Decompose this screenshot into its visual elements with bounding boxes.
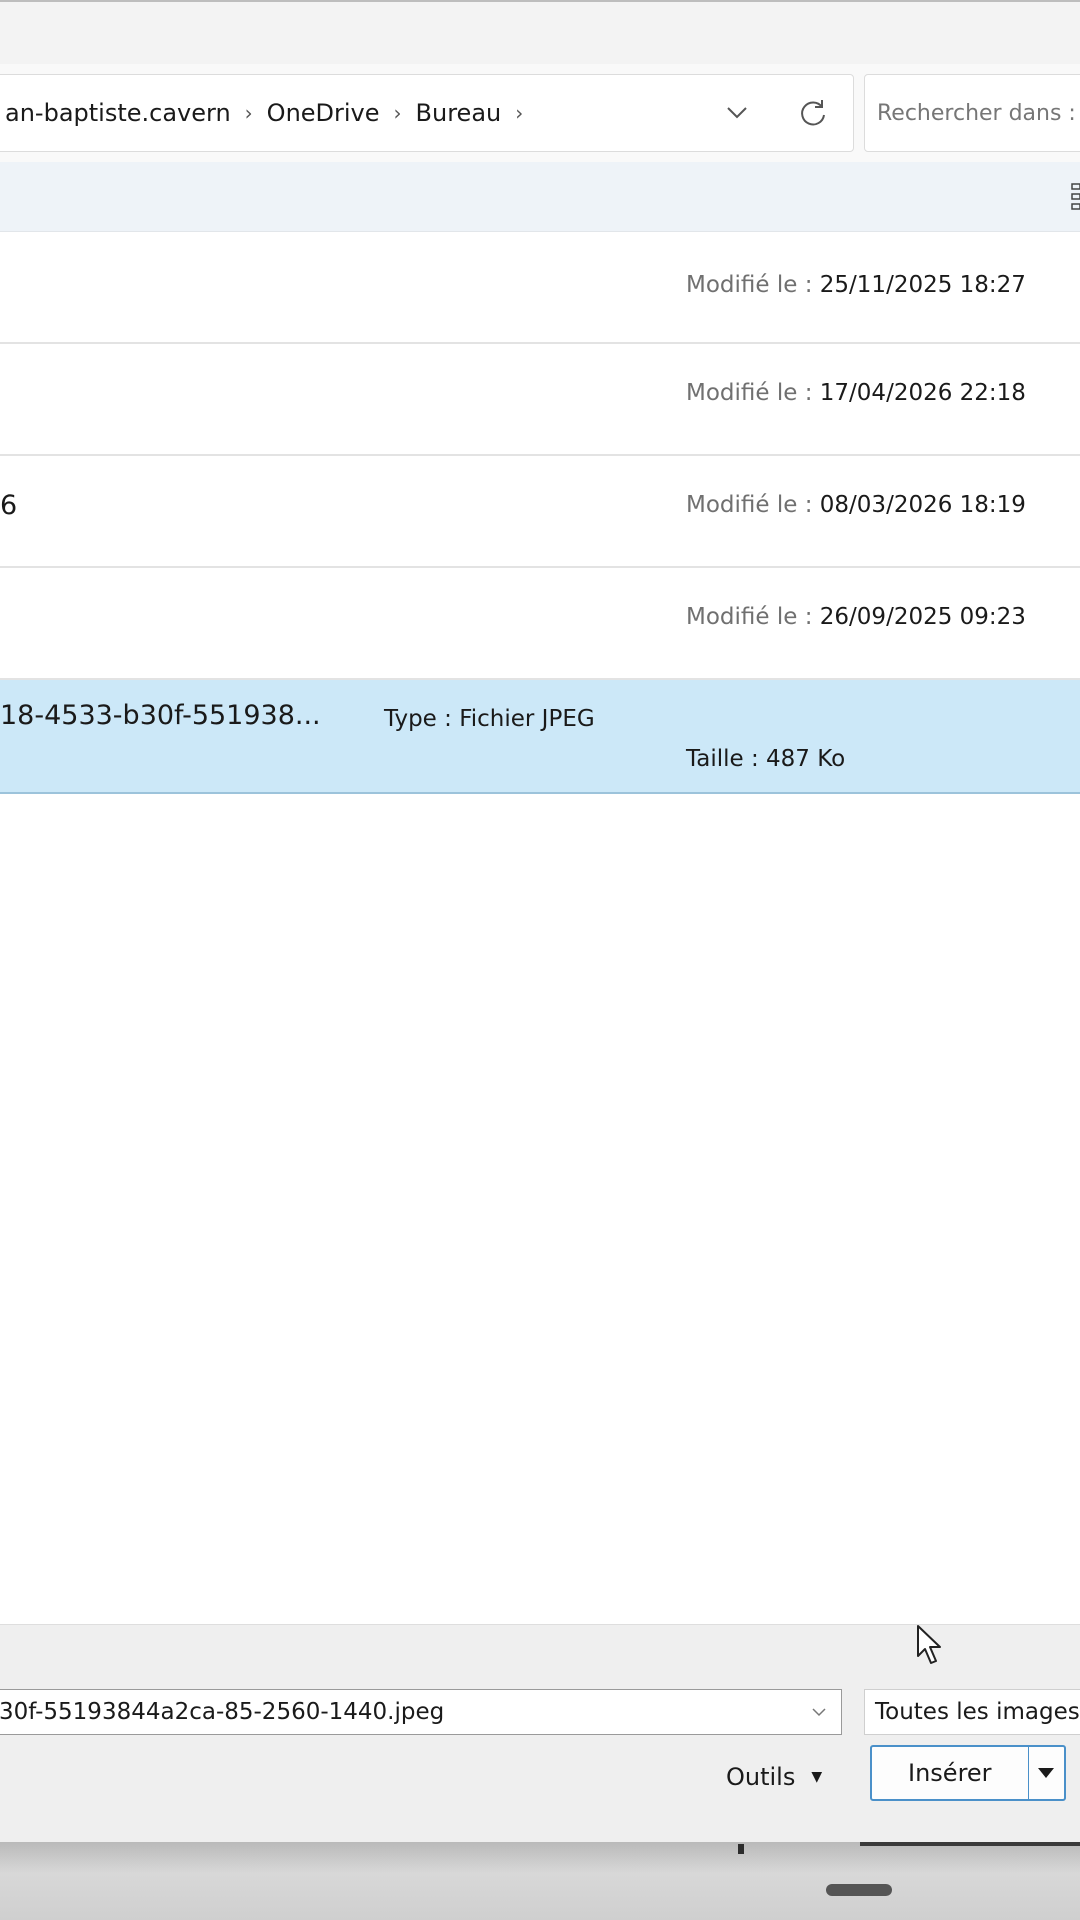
insert-options-dropdown[interactable]	[1029, 1767, 1064, 1779]
address-bar[interactable]: an-baptiste.cavern › OneDrive › Bureau ›	[0, 74, 854, 152]
command-bar	[0, 162, 1080, 232]
chevron-right-icon[interactable]: ›	[235, 101, 263, 125]
file-modified: Modifié le : 26/09/2025 09:23	[686, 604, 1026, 630]
type-value: Fichier JPEG	[459, 706, 595, 732]
file-list: Modifié le : 25/11/2025 18:27 Modifié le…	[0, 232, 1080, 794]
file-row[interactable]: Modifié le : 25/11/2025 18:27	[0, 232, 1080, 344]
breadcrumb: an-baptiste.cavern › OneDrive › Bureau ›	[0, 99, 533, 127]
file-type-filter-label: Toutes les images	[875, 1699, 1080, 1725]
refresh-button[interactable]	[793, 93, 833, 133]
file-modified: Modifié le : 17/04/2026 22:18	[686, 380, 1026, 406]
file-row-selected[interactable]: 18-4533-b30f-551938... Type : Fichier JP…	[0, 680, 1080, 794]
breadcrumb-item-bureau[interactable]: Bureau	[412, 99, 506, 127]
size-label: Taille :	[686, 746, 759, 772]
modified-value: 08/03/2026 18:19	[819, 492, 1026, 518]
file-modified: Modifié le : 25/11/2025 18:27	[686, 272, 1026, 298]
filename-combobox[interactable]	[0, 1689, 842, 1735]
mouse-pointer-icon	[917, 1625, 941, 1664]
modified-value: 26/09/2025 09:23	[819, 604, 1026, 630]
chevron-down-icon	[727, 107, 747, 119]
size-value: 487 Ko	[766, 746, 846, 772]
address-history-dropdown[interactable]	[719, 95, 755, 131]
refresh-icon	[801, 100, 825, 126]
title-bar	[0, 0, 1080, 64]
breadcrumb-item-user[interactable]: an-baptiste.cavern	[1, 99, 235, 127]
modified-value: 25/11/2025 18:27	[819, 272, 1026, 298]
insert-label: Insérer	[908, 1759, 992, 1787]
modified-label: Modifié le :	[686, 272, 813, 298]
file-size: Taille : 487 Ko	[686, 746, 845, 772]
home-indicator[interactable]	[826, 1884, 892, 1896]
chevron-right-icon[interactable]: ›	[505, 101, 533, 125]
triangle-down-icon: ▼	[811, 1769, 823, 1785]
search-box[interactable]	[864, 74, 1080, 152]
modified-label: Modifié le :	[686, 492, 813, 518]
insert-button[interactable]: Insérer	[870, 1745, 1066, 1801]
background-strip	[0, 1842, 1080, 1920]
type-label: Type :	[384, 706, 452, 732]
file-name: 18-4533-b30f-551938...	[0, 700, 321, 731]
file-row[interactable]: Modifié le : 17/04/2026 22:18	[0, 344, 1080, 456]
chevron-down-icon	[812, 1708, 826, 1717]
file-row[interactable]: 6 Modifié le : 08/03/2026 18:19	[0, 456, 1080, 568]
search-input[interactable]	[877, 100, 1080, 126]
modified-value: 17/04/2026 22:18	[819, 380, 1026, 406]
tools-label: Outils	[726, 1763, 796, 1791]
modified-label: Modifié le :	[686, 380, 813, 406]
chevron-right-icon[interactable]: ›	[384, 101, 412, 125]
tools-menu[interactable]: Outils ▼	[726, 1755, 822, 1799]
filename-dropdown[interactable]	[805, 1698, 833, 1726]
breadcrumb-item-onedrive[interactable]: OneDrive	[263, 99, 384, 127]
file-type-filter[interactable]: Toutes les images	[864, 1689, 1080, 1735]
file-name: 6	[0, 490, 18, 521]
navigation-area: an-baptiste.cavern › OneDrive › Bureau ›	[0, 64, 1080, 162]
modified-label: Modifié le :	[686, 604, 813, 630]
triangle-down-icon	[1038, 1768, 1055, 1778]
divider	[860, 1842, 1080, 1846]
divider	[738, 1844, 744, 1854]
view-options-icon[interactable]	[1068, 182, 1080, 212]
file-row[interactable]: Modifié le : 26/09/2025 09:23	[0, 568, 1080, 680]
file-modified: Modifié le : 08/03/2026 18:19	[686, 492, 1026, 518]
file-type: Type : Fichier JPEG	[384, 706, 595, 732]
filename-input[interactable]	[0, 1699, 787, 1725]
